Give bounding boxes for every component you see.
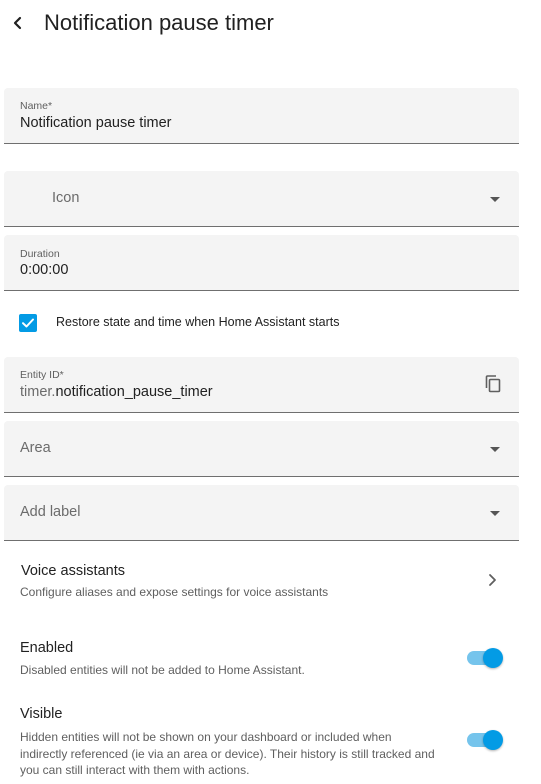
chevron-down-icon[interactable] [490, 447, 500, 452]
page-title: Notification pause timer [44, 10, 274, 35]
entity-id-object: notification_pause_timer [55, 384, 213, 400]
enabled-subtitle: Disabled entities will not be added to H… [20, 663, 305, 677]
back-icon[interactable] [10, 13, 26, 33]
enabled-title: Enabled [20, 640, 74, 656]
toggle-thumb [483, 648, 503, 668]
chevron-right-icon[interactable] [486, 571, 500, 589]
duration-field[interactable]: Duration 0:00:00 [4, 235, 519, 291]
chevron-down-icon[interactable] [490, 197, 500, 202]
visible-toggle[interactable] [467, 728, 505, 752]
entity-id-prefix: timer. [20, 384, 56, 400]
visible-subtitle: Hidden entities will not be shown on you… [20, 730, 435, 777]
visible-title: Visible [20, 706, 63, 722]
label-picker-placeholder: Add label [20, 504, 81, 520]
area-picker-placeholder: Area [20, 440, 51, 456]
chevron-down-icon[interactable] [490, 511, 500, 516]
name-field-value[interactable]: Notification pause timer [20, 115, 172, 131]
label-picker[interactable]: Add label [4, 485, 519, 541]
duration-field-value[interactable]: 0:00:00 [20, 262, 68, 278]
entity-id-field-value[interactable]: timer.notification_pause_timer [20, 384, 213, 400]
icon-picker[interactable]: Icon [4, 171, 519, 227]
icon-picker-placeholder: Icon [52, 190, 80, 206]
voice-assistants-row[interactable]: Voice assistants Configure aliases and e… [0, 555, 520, 605]
area-picker[interactable]: Area [4, 421, 519, 477]
duration-field-label: Duration [20, 248, 60, 260]
name-field-label: Name* [20, 100, 53, 112]
voice-assistants-title: Voice assistants [21, 563, 125, 579]
name-field[interactable]: Name* Notification pause timer [4, 88, 519, 144]
entity-id-field[interactable]: Entity ID* timer.notification_pause_time… [4, 357, 519, 413]
voice-assistants-subtitle: Configure aliases and expose settings fo… [20, 585, 329, 599]
restore-checkbox[interactable] [19, 314, 37, 332]
toggle-thumb [483, 730, 503, 750]
check-icon [22, 318, 34, 328]
enabled-toggle[interactable] [467, 646, 505, 670]
restore-checkbox-label: Restore state and time when Home Assista… [56, 315, 340, 329]
copy-icon[interactable] [483, 374, 503, 394]
entity-id-field-label: Entity ID* [20, 369, 64, 381]
